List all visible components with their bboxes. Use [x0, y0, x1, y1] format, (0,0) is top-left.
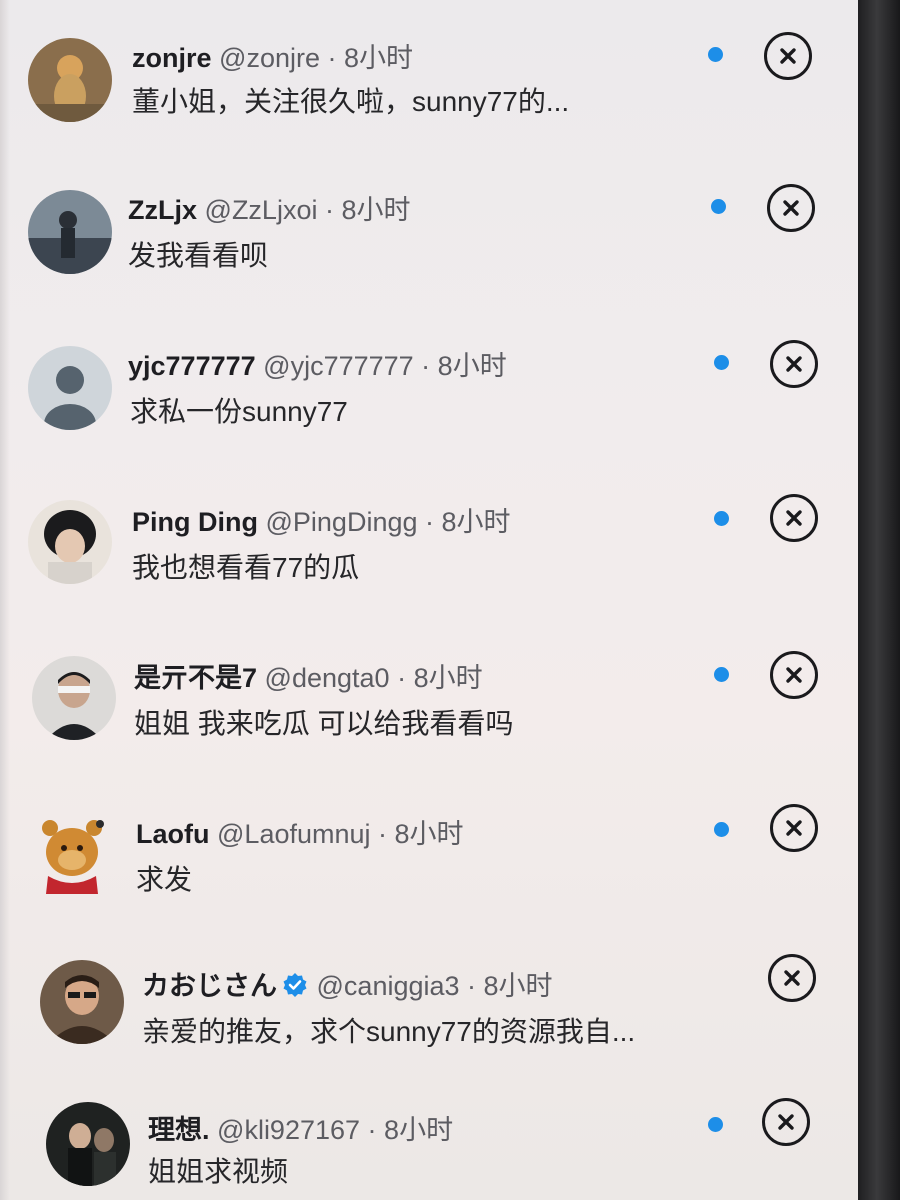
timestamp: 8小时: [384, 1115, 454, 1145]
unread-dot-icon: [714, 355, 729, 370]
separator: ·: [413, 351, 438, 381]
handle[interactable]: @yjc777777: [263, 351, 414, 381]
phone-bezel: [858, 0, 900, 1200]
close-circle-icon[interactable]: [770, 494, 818, 542]
timestamp: 8小时: [483, 971, 553, 1001]
timestamp: 8小时: [413, 663, 483, 693]
timestamp: 8小时: [437, 351, 507, 381]
handle[interactable]: @kli927167: [217, 1115, 360, 1145]
separator: ·: [370, 819, 395, 849]
avatar[interactable]: [36, 810, 120, 894]
handle[interactable]: @caniggia3: [317, 971, 460, 1001]
handle[interactable]: @Laofumnuj: [217, 819, 371, 849]
display-name[interactable]: カおじさん: [142, 971, 277, 1001]
unread-dot-icon: [714, 667, 729, 682]
notification-row[interactable]: zonjre @zonjre · 8小时 董小姐，关注很久啦，sunny77的.…: [0, 0, 858, 156]
message-preview[interactable]: 姐姐求视频: [148, 1150, 288, 1190]
separator: ·: [389, 663, 414, 693]
avatar[interactable]: [28, 38, 112, 122]
notification-row[interactable]: yjc777777 @yjc777777 · 8小时 求私一份sunny77: [0, 308, 858, 464]
timestamp: 8小时: [394, 819, 464, 849]
unread-dot-icon: [708, 47, 723, 62]
display-name[interactable]: Laofu: [136, 819, 210, 849]
separator: ·: [459, 971, 484, 1001]
close-circle-icon[interactable]: [767, 184, 815, 232]
unread-dot-icon: [714, 822, 729, 837]
avatar[interactable]: [40, 960, 124, 1044]
verified-badge-icon: [283, 973, 307, 997]
handle[interactable]: @ZzLjxoi: [205, 195, 318, 225]
unread-dot-icon: [711, 199, 726, 214]
notification-row[interactable]: 是亓不是7 @dengta0 · 8小时 姐姐 我来吃瓜 可以给我看看吗: [0, 618, 858, 774]
message-preview[interactable]: 求发: [136, 858, 192, 898]
avatar[interactable]: [46, 1102, 130, 1186]
handle[interactable]: @zonjre: [219, 43, 320, 73]
display-name[interactable]: 理想.: [148, 1115, 210, 1145]
handle[interactable]: @PingDingg: [266, 507, 418, 537]
unread-dot-icon: [708, 1117, 723, 1132]
close-circle-icon[interactable]: [764, 32, 812, 80]
display-name[interactable]: yjc777777: [128, 351, 256, 381]
message-preview[interactable]: 我也想看看77的瓜: [132, 546, 359, 586]
display-name[interactable]: 是亓不是7: [134, 663, 257, 693]
separator: ·: [319, 43, 344, 73]
close-circle-icon[interactable]: [770, 804, 818, 852]
unread-dot-icon: [714, 511, 729, 526]
close-circle-icon[interactable]: [770, 340, 818, 388]
timestamp: 8小时: [341, 195, 411, 225]
message-preview[interactable]: 发我看看呗: [128, 234, 268, 274]
separator: ·: [417, 507, 442, 537]
separator: ·: [360, 1115, 385, 1145]
display-name[interactable]: Ping Ding: [132, 507, 258, 537]
message-preview[interactable]: 董小姐，关注很久啦，sunny77的...: [132, 80, 569, 120]
notification-row[interactable]: ZzLjx @ZzLjxoi · 8小时 发我看看呗: [0, 152, 858, 308]
avatar[interactable]: [28, 346, 112, 430]
avatar[interactable]: [28, 190, 112, 274]
handle[interactable]: @dengta0: [265, 663, 390, 693]
avatar[interactable]: [32, 656, 116, 740]
notification-row[interactable]: Laofu @Laofumnuj · 8小时 求发: [0, 772, 858, 928]
timestamp: 8小时: [441, 507, 511, 537]
notification-screen: zonjre @zonjre · 8小时 董小姐，关注很久啦，sunny77的.…: [0, 0, 858, 1200]
avatar[interactable]: [28, 500, 112, 584]
message-preview[interactable]: 亲爱的推友，求个sunny77的资源我自...: [142, 1010, 635, 1050]
display-name[interactable]: zonjre: [132, 43, 212, 73]
separator: ·: [317, 195, 342, 225]
display-name[interactable]: ZzLjx: [128, 195, 197, 225]
notification-row[interactable]: カおじさん @caniggia3 · 8小时 亲爱的推友，求个sunny77的资…: [0, 926, 858, 1082]
notification-row[interactable]: 理想. @kli927167 · 8小时 姐姐求视频: [0, 1070, 858, 1200]
message-preview[interactable]: 姐姐 我来吃瓜 可以给我看看吗: [134, 702, 514, 742]
close-circle-icon[interactable]: [770, 651, 818, 699]
close-circle-icon[interactable]: [762, 1098, 810, 1146]
close-circle-icon[interactable]: [768, 954, 816, 1002]
timestamp: 8小时: [343, 43, 414, 73]
message-preview[interactable]: 求私一份sunny77: [130, 390, 348, 430]
notification-row[interactable]: Ping Ding @PingDingg · 8小时 我也想看看77的瓜: [0, 464, 858, 620]
